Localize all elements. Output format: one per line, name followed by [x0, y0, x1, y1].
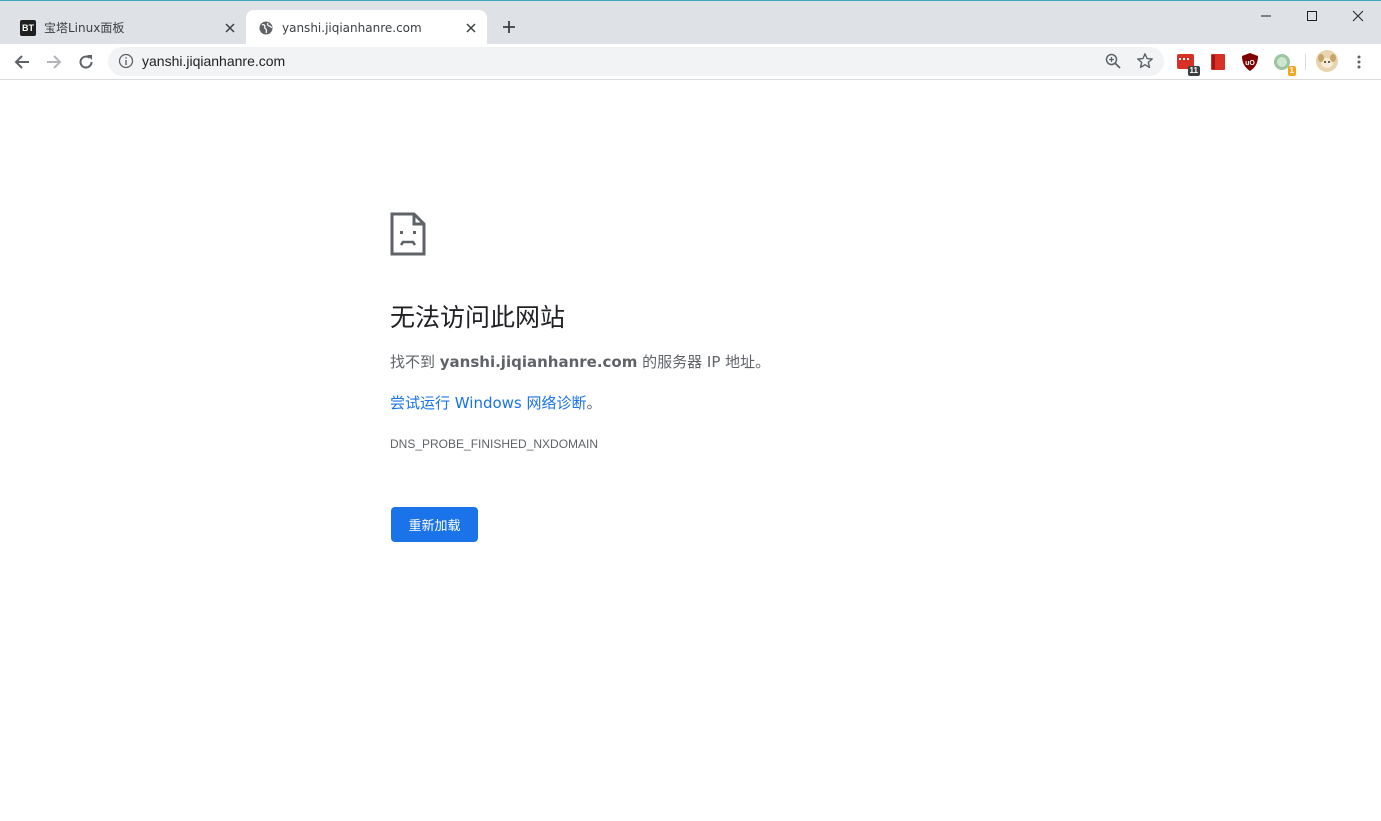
sad-page-icon: [390, 212, 426, 256]
url-text: yanshi.jiqianhanre.com: [142, 53, 286, 69]
back-button[interactable]: [8, 48, 36, 76]
desc-prefix: 找不到: [390, 353, 440, 371]
maximize-icon: [1307, 11, 1317, 21]
extension-badge: 11: [1187, 66, 1200, 76]
profile-avatar[interactable]: [1316, 50, 1338, 72]
error-description: 找不到 yanshi.jiqianhanre.com 的服务器 IP 地址。: [390, 352, 770, 372]
toolbar: yanshi.jiqianhanre.com 11 uO 1: [0, 44, 1381, 80]
address-bar[interactable]: yanshi.jiqianhanre.com: [108, 47, 1164, 76]
info-icon[interactable]: [118, 53, 134, 69]
forward-button[interactable]: [40, 48, 68, 76]
book-extension-icon[interactable]: [1208, 52, 1228, 72]
new-tab-button[interactable]: [497, 15, 521, 39]
link-suffix: 。: [586, 394, 602, 412]
globe-icon: [258, 20, 274, 36]
svg-text:uO: uO: [1245, 60, 1255, 67]
error-code: DNS_PROBE_FINISHED_NXDOMAIN: [390, 437, 599, 451]
globe-extension-icon[interactable]: 1: [1272, 52, 1296, 76]
window-maximize-button[interactable]: [1289, 1, 1335, 31]
tab-active-site[interactable]: yanshi.jiqianhanre.com: [246, 10, 487, 45]
tab-strip: BT 宝塔Linux面板 yanshi.jiqianhanre.com: [0, 0, 1381, 45]
window-minimize-button[interactable]: [1243, 1, 1289, 31]
desc-suffix: 的服务器 IP 地址。: [637, 353, 771, 371]
error-title: 无法访问此网站: [390, 303, 566, 332]
error-page: 无法访问此网站 找不到 yanshi.jiqianhanre.com 的服务器 …: [0, 80, 1381, 821]
tab-close-icon[interactable]: [222, 20, 238, 36]
reload-page-button[interactable]: 重新加载: [391, 507, 478, 542]
close-icon: [1352, 10, 1364, 22]
zoom-icon[interactable]: [1104, 52, 1122, 70]
desc-host: yanshi.jiqianhanre.com: [439, 353, 638, 371]
tab-bt-panel[interactable]: BT 宝塔Linux面板: [8, 10, 246, 45]
plus-icon: [503, 21, 515, 33]
tab-title: yanshi.jiqianhanre.com: [282, 20, 422, 35]
menu-kebab-icon[interactable]: [1350, 52, 1368, 72]
calendar-extension-icon[interactable]: 11: [1176, 52, 1200, 76]
browser-window: BT 宝塔Linux面板 yanshi.jiqianhanre.com yans…: [0, 0, 1381, 821]
arrow-left-icon: [14, 55, 29, 69]
bt-logo-icon: BT: [20, 19, 36, 36]
minimize-icon: [1261, 15, 1271, 17]
window-close-button[interactable]: [1335, 1, 1381, 31]
reload-button[interactable]: [72, 48, 100, 76]
bookmark-star-icon[interactable]: [1136, 52, 1154, 70]
network-diagnostics-link[interactable]: 尝试运行 Windows 网络诊断: [390, 394, 587, 412]
reload-icon: [79, 55, 93, 69]
extension-badge: 1: [1287, 66, 1296, 76]
ublock-shield-icon[interactable]: uO: [1240, 52, 1260, 72]
diagnostics-suggestion: 尝试运行 Windows 网络诊断。: [390, 393, 602, 413]
arrow-right-icon: [47, 55, 62, 69]
toolbar-divider: [1305, 54, 1306, 70]
tab-close-icon[interactable]: [463, 20, 479, 36]
tab-title: 宝塔Linux面板: [44, 21, 125, 35]
